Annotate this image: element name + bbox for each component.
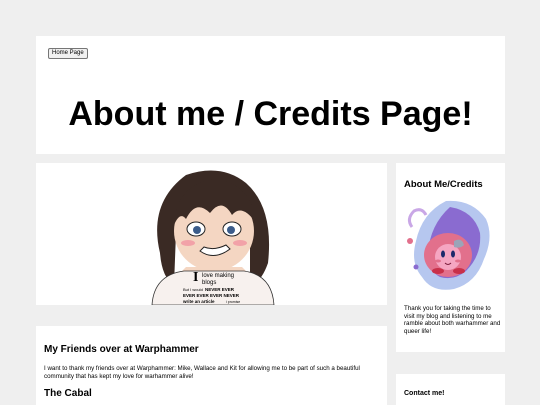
about-text: Thank you for taking the time to visit m… — [404, 305, 501, 335]
shirt-line-3: But I would — [183, 287, 203, 292]
contact-title: Contact me! — [404, 390, 445, 397]
shirt-line-3-bold: NEVER EVER — [205, 287, 235, 292]
about-widget: About Me/Credits Thank you for taking th… — [396, 163, 505, 352]
shirt-line-5: write an article — [182, 299, 215, 304]
post-body: I want to thank my friends over at Warph… — [44, 365, 360, 380]
shirt-line-1: love making — [202, 273, 234, 279]
kirby-paint-splash-illustration — [407, 200, 490, 290]
header-card: Home Page About me / Credits Page! — [36, 36, 505, 154]
shirt-line-5-small: i promise — [226, 300, 240, 304]
shirt-line-2: blogs — [202, 280, 216, 286]
post-heading: My Friends over at Warphammer — [44, 344, 199, 355]
post-card: My Friends over at Warphammer I want to … — [36, 326, 387, 405]
page-title: About me / Credits Page! — [68, 95, 473, 133]
page: { "header": { "home_button": "Home Page"… — [0, 0, 540, 405]
anime-character-illustration: I love making blogs But I would NEVER EV… — [151, 167, 275, 305]
post-subheading: The Cabal — [44, 388, 92, 400]
about-title: About Me/Credits — [404, 179, 483, 190]
shirt-line-4: EVER EVER EVER NEVER — [183, 293, 240, 298]
contact-widget: Contact me! — [396, 374, 505, 405]
banner-image-card: I love making blogs But I would NEVER EV… — [36, 163, 387, 305]
shirt-letter: I — [193, 270, 198, 285]
home-page-button[interactable]: Home Page — [48, 48, 88, 59]
